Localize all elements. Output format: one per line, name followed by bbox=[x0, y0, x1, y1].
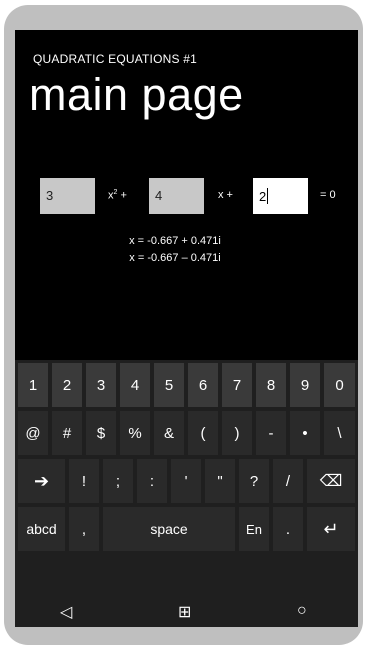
key-8[interactable]: 8 bbox=[256, 363, 286, 407]
back-icon[interactable]: ◁ bbox=[60, 602, 72, 622]
result-root-1: x = -0.667 + 0.471i bbox=[129, 235, 221, 247]
backspace-icon[interactable]: ⌫ bbox=[307, 459, 355, 503]
x-squared-term: x2 + bbox=[108, 189, 127, 202]
key-close-paren[interactable]: ) bbox=[222, 411, 252, 455]
key-exclamation[interactable]: ! bbox=[69, 459, 99, 503]
key-bullet[interactable]: • bbox=[290, 411, 320, 455]
key-slash[interactable]: / bbox=[273, 459, 303, 503]
key-0[interactable]: 0 bbox=[324, 363, 355, 407]
result-root-2: x = -0.667 – 0.471i bbox=[129, 252, 221, 264]
key-2[interactable]: 2 bbox=[52, 363, 82, 407]
key-period[interactable]: . bbox=[273, 507, 303, 551]
key-5[interactable]: 5 bbox=[154, 363, 184, 407]
key-percent[interactable]: % bbox=[120, 411, 150, 455]
key-dollar[interactable]: $ bbox=[86, 411, 116, 455]
tab-arrow-icon[interactable]: ➔ bbox=[18, 459, 65, 503]
app-title: QUADRATIC EQUATIONS #1 bbox=[33, 52, 197, 66]
page-title: main page bbox=[29, 69, 244, 120]
key-quote[interactable]: " bbox=[205, 459, 235, 503]
key-comma[interactable]: , bbox=[69, 507, 99, 551]
key-question[interactable]: ? bbox=[239, 459, 269, 503]
key-apostrophe[interactable]: ' bbox=[171, 459, 201, 503]
key-3[interactable]: 3 bbox=[86, 363, 116, 407]
enter-icon[interactable]: ↵ bbox=[307, 507, 355, 551]
key-colon[interactable]: : bbox=[137, 459, 167, 503]
coefficient-c-input[interactable]: 2 bbox=[253, 178, 308, 214]
text-caret bbox=[267, 188, 269, 204]
coefficient-b-input[interactable]: 4 bbox=[149, 178, 204, 214]
key-language[interactable]: En bbox=[239, 507, 269, 551]
key-semicolon[interactable]: ; bbox=[103, 459, 133, 503]
key-7[interactable]: 7 bbox=[222, 363, 252, 407]
x-term: x + bbox=[218, 189, 233, 201]
key-minus[interactable]: - bbox=[256, 411, 286, 455]
equation-row: 3 x2 + 4 x + 2 = 0 bbox=[15, 178, 358, 214]
key-space[interactable]: space bbox=[103, 507, 235, 551]
key-6[interactable]: 6 bbox=[188, 363, 218, 407]
nav-bar: ◁ ⊞ ○ bbox=[15, 597, 358, 627]
search-icon[interactable]: ○ bbox=[297, 602, 307, 620]
key-4[interactable]: 4 bbox=[120, 363, 150, 407]
key-open-paren[interactable]: ( bbox=[188, 411, 218, 455]
key-hash[interactable]: # bbox=[52, 411, 82, 455]
coefficient-a-input[interactable]: 3 bbox=[40, 178, 95, 214]
app-screen: QUADRATIC EQUATIONS #1 main page 3 x2 + … bbox=[15, 30, 358, 627]
key-at[interactable]: @ bbox=[18, 411, 48, 455]
key-ampersand[interactable]: & bbox=[154, 411, 184, 455]
on-screen-keyboard: 1 2 3 4 5 6 7 8 9 0 @ # $ % & ( ) - • \ … bbox=[15, 360, 358, 627]
key-1[interactable]: 1 bbox=[18, 363, 48, 407]
key-abcd[interactable]: abcd bbox=[18, 507, 65, 551]
key-backslash[interactable]: \ bbox=[324, 411, 355, 455]
equals-zero: = 0 bbox=[320, 189, 336, 201]
key-9[interactable]: 9 bbox=[290, 363, 320, 407]
windows-icon[interactable]: ⊞ bbox=[178, 602, 191, 622]
